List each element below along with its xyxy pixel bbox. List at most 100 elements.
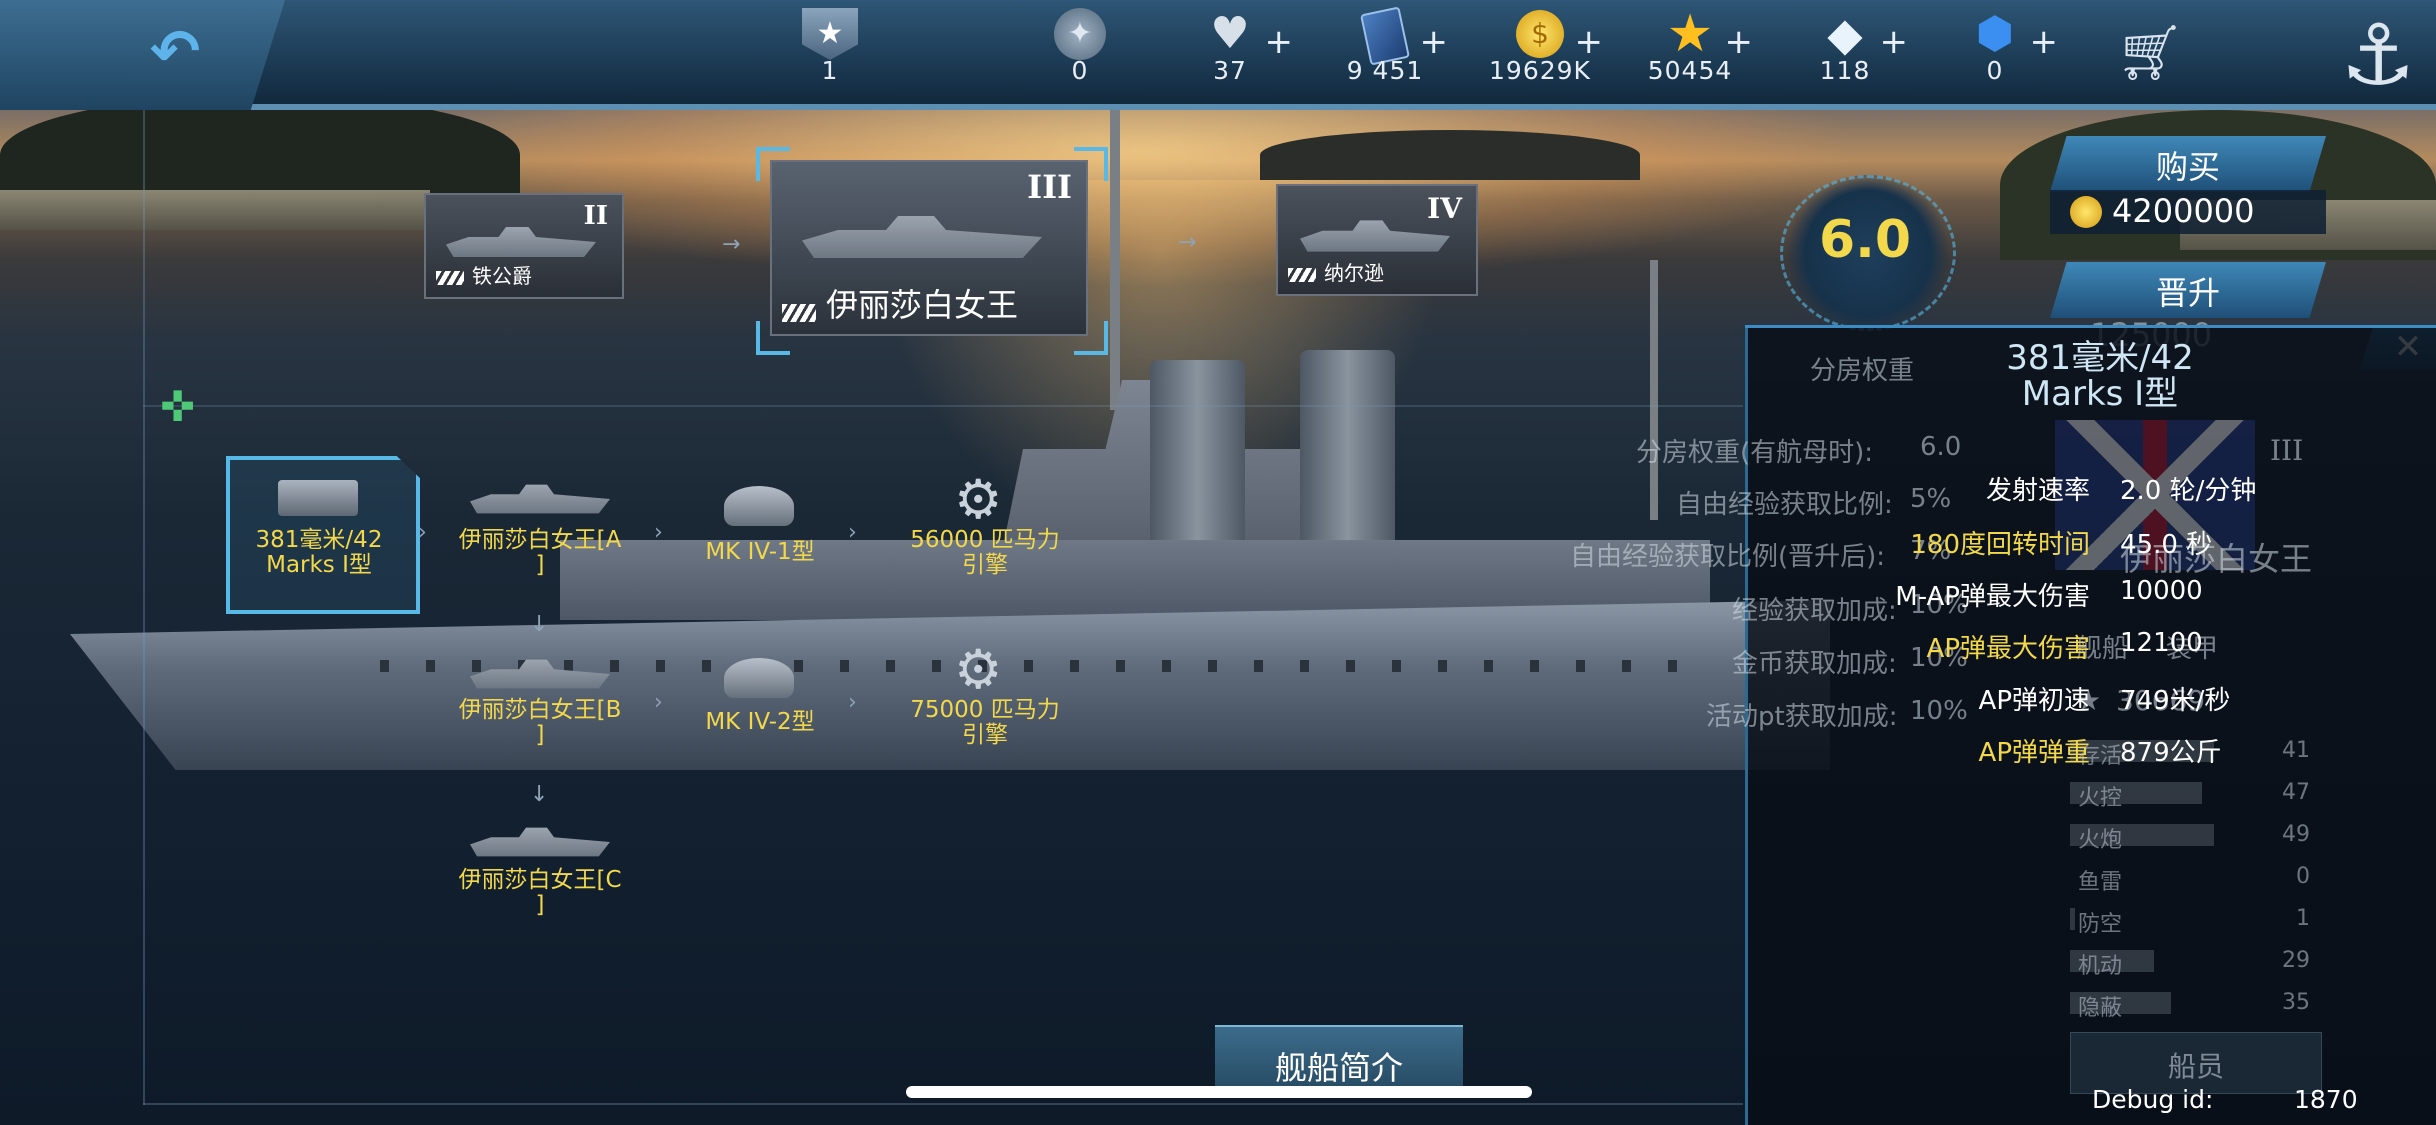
bg-tier-mark: III <box>2270 434 2304 467</box>
stat-value: 10000 <box>2120 576 2203 606</box>
module-label[interactable]: 伊丽莎白女王[A] <box>430 528 650 578</box>
ship-tier: II <box>583 201 608 231</box>
tree-down-arrow-icon: ↓ <box>530 782 549 807</box>
ship-name: 纳尔逊 <box>1324 261 1384 285</box>
shop-cart-icon[interactable]: 🛒︎ <box>2110 18 2190 88</box>
tree-arrow-icon: › <box>848 520 857 545</box>
ship-tier: IV <box>1427 192 1462 225</box>
module-label[interactable]: MK IV-1型 <box>680 540 840 565</box>
debug-value: 1870 <box>2294 1085 2358 1114</box>
bg-room-weight-carrier: 分房权重(有航母时): <box>1636 438 1874 468</box>
panel-title: 381毫米/42 Marks I型 <box>2006 338 2194 414</box>
module-label[interactable]: 伊丽莎白女王[C] <box>430 868 650 918</box>
buy-price: 4200000 <box>2112 192 2255 230</box>
tree-arrow-icon: › <box>654 690 663 715</box>
module-label[interactable]: 75000 匹马力 引擎 <box>880 698 1090 748</box>
ship-class-icon <box>782 304 816 322</box>
attribute-value: 0 <box>2296 864 2310 889</box>
rank-badge-icon: ★ <box>802 8 858 60</box>
attribute-label: 火控 <box>2078 786 2123 811</box>
stat-label: 发射速率 <box>1985 476 2090 506</box>
stat-label: 180度回转时间 <box>1910 530 2090 560</box>
ship-name: 伊丽莎白女王 <box>826 286 1019 324</box>
anchor-icon[interactable]: ⚓︎ <box>2320 0 2436 110</box>
buy-label: 购买 <box>2155 148 2220 186</box>
back-arrow-icon: ↶ <box>150 17 201 87</box>
stat-row: M-AP弹最大伤害 10000 <box>1760 576 2420 616</box>
gold-value: 19629K <box>1489 56 1591 85</box>
engine-icon[interactable]: ⚙︎ <box>954 470 1014 530</box>
ship-class-icon <box>1288 268 1316 282</box>
secondary-gun-icon[interactable] <box>724 658 794 698</box>
resource-gold[interactable]: $ + 19629K <box>1465 0 1615 110</box>
upgrade-label: 晋升 <box>2155 274 2220 312</box>
upgrade-button[interactable]: 晋升 <box>2050 262 2326 318</box>
gold-coin-icon <box>2070 196 2102 228</box>
stat-value: 879公斤 <box>2120 738 2222 768</box>
ship-intro-label: 舰船简介 <box>1274 1049 1403 1087</box>
resource-gems[interactable]: ⬢ + 0 <box>1920 0 2070 110</box>
resource-rank[interactable]: ★ 1 <box>755 0 905 110</box>
tree-arrow-icon: → <box>1178 230 1197 255</box>
resource-cards[interactable]: + 9 451 <box>1310 0 1460 110</box>
panel-border <box>1745 325 2436 328</box>
ship-mast <box>1110 110 1120 410</box>
tree-arrow-icon: → <box>722 232 741 257</box>
ship-card-tier3[interactable]: III 伊丽莎白女王 <box>770 160 1088 336</box>
stat-row: AP弹初速 749米/秒 <box>1760 680 2420 720</box>
medal-icon: ✦ <box>1054 8 1106 60</box>
attribute-row: 机动 29 <box>2070 948 2310 979</box>
ship-name: 铁公爵 <box>472 264 532 288</box>
attribute-label: 隐蔽 <box>2078 996 2123 1021</box>
attribute-row: 防空 1 <box>2070 906 2310 937</box>
stars-value: 50454 <box>1647 56 1733 85</box>
diamonds-value: 118 <box>1819 56 1871 85</box>
attribute-value: 47 <box>2282 780 2310 805</box>
stat-row: 180度回转时间 45.0 秒 <box>1760 524 2420 564</box>
stamina-value: 37 <box>1213 56 1247 85</box>
resource-medal[interactable]: ✦ 0 <box>1005 0 1155 110</box>
stat-label: AP弹最大伤害 <box>1926 634 2090 664</box>
module-label: 381毫米/42 Marks I型 <box>255 527 383 578</box>
rating-value: 6.0 <box>1818 210 1912 270</box>
bg-room-weight-value: 6.0 <box>1920 432 1962 462</box>
attribute-value: 29 <box>2282 948 2310 973</box>
attribute-value: 35 <box>2282 990 2310 1015</box>
module-label[interactable]: 伊丽莎白女王[B] <box>430 698 650 748</box>
ship-tier: III <box>1027 168 1072 206</box>
heart-icon: ♥ <box>1210 8 1250 59</box>
frame-line-left <box>143 110 145 1105</box>
tree-arrow-icon: › <box>654 520 663 545</box>
attribute-label: 鱼雷 <box>2078 870 2123 895</box>
resource-stars[interactable]: ★ + 50454 <box>1615 0 1765 110</box>
rank-value: 1 <box>821 56 839 85</box>
resource-stamina[interactable]: ♥ + 37 <box>1155 0 1305 110</box>
home-indicator <box>906 1086 1532 1098</box>
ship-card-tier2[interactable]: II 铁公爵 <box>424 193 624 299</box>
module-label[interactable]: MK IV-2型 <box>680 710 840 735</box>
module-label[interactable]: 56000 匹马力 引擎 <box>880 528 1090 578</box>
ship-mast-aft <box>1650 260 1658 520</box>
attribute-label: 火炮 <box>2078 828 2123 853</box>
engine-icon[interactable]: ⚙︎ <box>954 640 1014 700</box>
ship-card-tier4[interactable]: IV 纳尔逊 <box>1276 184 1478 296</box>
attribute-value: 1 <box>2296 906 2310 931</box>
blue-gem-icon: ⬢ <box>1975 8 2015 59</box>
crew-label: 船员 <box>2167 1050 2224 1083</box>
back-button[interactable]: ↶ <box>0 0 285 110</box>
tree-arrow-icon: › <box>848 690 857 715</box>
stat-value: 2.0 轮/分钟 <box>2120 476 2257 506</box>
star-icon: ★ <box>1666 4 1714 64</box>
stat-row: AP弹最大伤害 12100 <box>1760 628 2420 668</box>
attribute-bar <box>2070 908 2075 930</box>
buy-button[interactable]: 购买 <box>2050 136 2326 192</box>
attribute-label: 防空 <box>2078 912 2123 937</box>
gems-value: 0 <box>1986 56 2004 85</box>
stat-row: 发射速率 2.0 轮/分钟 <box>1760 470 2420 510</box>
resource-diamonds[interactable]: ◆ + 118 <box>1770 0 1920 110</box>
secondary-gun-icon[interactable] <box>724 486 794 526</box>
crosshair-icon[interactable]: ✜ <box>160 382 195 431</box>
attribute-row: 火炮 49 <box>2070 822 2310 853</box>
tree-down-arrow-icon: ↓ <box>530 612 549 637</box>
stat-label: M-AP弹最大伤害 <box>1895 582 2090 612</box>
